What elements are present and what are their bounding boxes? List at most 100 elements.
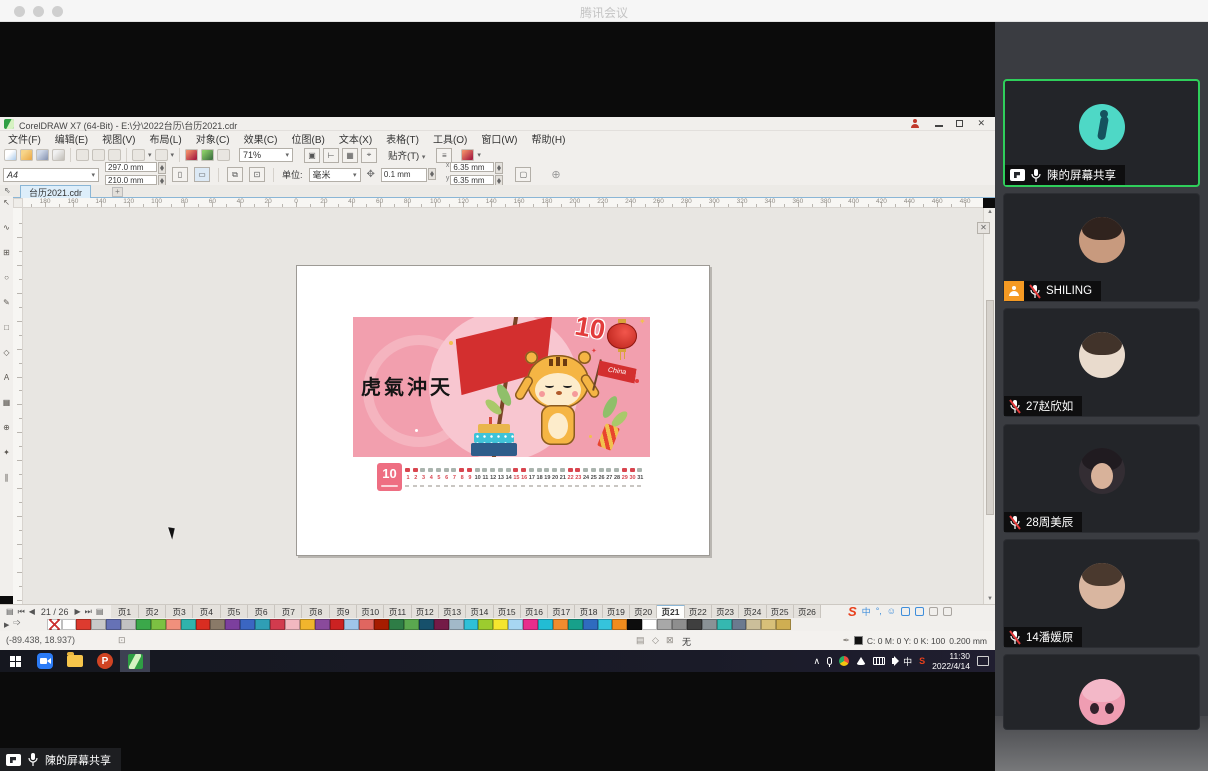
shape-tool-icon[interactable]: ∿ [3, 224, 10, 232]
participant-tile-1[interactable]: SHILING [1003, 193, 1200, 302]
tray-clock[interactable]: 11:30 2022/4/14 [932, 651, 970, 671]
sogou-logo-icon[interactable]: S [848, 604, 857, 619]
color-swatch-11[interactable] [210, 619, 225, 630]
color-swatch-36[interactable] [583, 619, 598, 630]
tray-keyboard-icon[interactable] [873, 657, 885, 665]
page-tab-11[interactable]: 页11 [384, 605, 411, 619]
color-swatch-30[interactable] [493, 619, 508, 630]
print-icon[interactable] [52, 149, 65, 161]
page-tab-15[interactable]: 页15 [494, 605, 521, 619]
menu-item-4[interactable]: 对象(C) [196, 131, 230, 146]
dup-x-field[interactable]: 6.35 mm [450, 162, 494, 172]
redo-icon[interactable] [155, 149, 168, 161]
text-tool-icon[interactable]: A [4, 374, 9, 382]
color-swatch-2[interactable] [76, 619, 91, 630]
add-page-icon[interactable]: ▤ [94, 607, 106, 616]
color-swatch-15[interactable] [270, 619, 285, 630]
color-swatch-28[interactable] [464, 619, 479, 630]
help-icon[interactable] [461, 149, 474, 161]
color-swatch-13[interactable] [240, 619, 255, 630]
nudge-field[interactable]: 0.1 mm [381, 168, 427, 182]
page-tab-17[interactable]: 页17 [548, 605, 575, 619]
page-tab-22[interactable]: 页22 [685, 605, 712, 619]
color-swatch-42[interactable] [672, 619, 687, 630]
color-swatch-37[interactable] [598, 619, 613, 630]
star-tool-icon[interactable]: ✦ [3, 449, 10, 457]
undo-icon[interactable] [132, 149, 145, 161]
page-tab-21[interactable]: 页21 [657, 605, 684, 619]
eyedropper-icon[interactable]: 🢥 [13, 619, 20, 630]
color-swatch-17[interactable] [300, 619, 315, 630]
color-swatch-8[interactable] [166, 619, 181, 630]
crop-tool-icon[interactable]: ⊞ [3, 249, 10, 257]
color-swatch-4[interactable] [106, 619, 121, 630]
color-swatch-48[interactable] [761, 619, 776, 630]
add-button[interactable]: ⊕ [551, 168, 560, 181]
page-tab-6[interactable]: 页6 [248, 605, 275, 619]
page-tab-8[interactable]: 页8 [302, 605, 329, 619]
menu-item-5[interactable]: 效果(C) [244, 131, 278, 146]
save-icon[interactable] [36, 149, 49, 161]
color-swatch-1[interactable] [62, 619, 77, 630]
menu-item-6[interactable]: 位图(B) [291, 131, 324, 146]
page-tab-5[interactable]: 页5 [221, 605, 248, 619]
page-tab-3[interactable]: 页3 [166, 605, 193, 619]
all-pages-button[interactable]: ⧉ [227, 167, 243, 182]
participant-tile-4[interactable]: 14潘媛原 [1003, 539, 1200, 648]
units-combo[interactable]: 毫米▾ [309, 168, 361, 182]
docker-close-icon[interactable]: ✕ [977, 222, 990, 234]
pick-tool-icon[interactable]: ↖ [3, 199, 10, 207]
width-spinner[interactable] [158, 162, 166, 174]
zoom-level-combo[interactable]: 71%▾ [239, 148, 293, 162]
account-icon[interactable] [911, 119, 919, 128]
zoom-tool-icon[interactable]: ○ [4, 274, 9, 282]
landscape-button[interactable]: ▭ [194, 167, 210, 182]
color-swatch-10[interactable] [196, 619, 211, 630]
color-swatch-6[interactable] [136, 619, 151, 630]
sogou-toolbox-icon[interactable] [943, 607, 952, 616]
paste-icon[interactable] [108, 149, 121, 161]
page-tab-24[interactable]: 页24 [739, 605, 766, 619]
color-swatch-46[interactable] [732, 619, 747, 630]
menu-item-8[interactable]: 表格(T) [386, 131, 419, 146]
sogou-keyboard-icon[interactable] [915, 607, 924, 616]
new-doc-icon[interactable] [4, 149, 17, 161]
snap-dropdown[interactable]: 贴齐(T) ▾ [388, 148, 425, 162]
page-tab-14[interactable]: 页14 [466, 605, 493, 619]
wifi-icon[interactable] [856, 657, 866, 665]
page-tab-20[interactable]: 页20 [630, 605, 657, 619]
participant-tile-3[interactable]: 28周美辰 [1003, 424, 1200, 533]
color-swatch-12[interactable] [225, 619, 240, 630]
vertical-ruler[interactable] [13, 208, 23, 604]
show-rulers-button[interactable]: ⊢ [323, 148, 339, 163]
page-tab-10[interactable]: 页10 [357, 605, 384, 619]
options-button[interactable]: ≡ [436, 148, 452, 163]
color-swatch-31[interactable] [508, 619, 523, 630]
export-icon[interactable] [201, 149, 214, 161]
color-swatch-21[interactable] [359, 619, 374, 630]
tray-expand-icon[interactable]: ∧ [814, 656, 821, 667]
tray-mic-icon[interactable] [827, 657, 832, 665]
sogou-lang-icon[interactable]: 中 [862, 605, 871, 618]
color-swatch-41[interactable] [657, 619, 672, 630]
page-tab-23[interactable]: 页23 [712, 605, 739, 619]
color-swatch-34[interactable] [553, 619, 568, 630]
participant-tile-5[interactable] [1003, 654, 1200, 730]
color-swatch-26[interactable] [434, 619, 449, 630]
page-tab-7[interactable]: 页7 [275, 605, 302, 619]
menu-item-7[interactable]: 文本(X) [339, 131, 372, 146]
sogou-tray-icon[interactable]: S [919, 656, 925, 666]
redo-caret[interactable]: ▾ [171, 151, 175, 159]
polygon-tool-icon[interactable]: ◇ [3, 349, 9, 357]
menu-item-3[interactable]: 布局(L) [149, 131, 181, 146]
paper-size-combo[interactable]: A4▾ [3, 168, 99, 182]
page-tab-1[interactable]: 页1 [111, 605, 138, 619]
color-swatch-49[interactable] [776, 619, 791, 630]
color-swatch-33[interactable] [538, 619, 553, 630]
color-swatch-29[interactable] [478, 619, 493, 630]
page-tab-4[interactable]: 页4 [193, 605, 220, 619]
participant-tile-2[interactable]: 27赵欣如 [1003, 308, 1200, 417]
color-swatch-14[interactable] [255, 619, 270, 630]
palette-scroll-left[interactable]: ▶ [4, 621, 9, 629]
app-launcher-icon[interactable] [217, 149, 230, 161]
